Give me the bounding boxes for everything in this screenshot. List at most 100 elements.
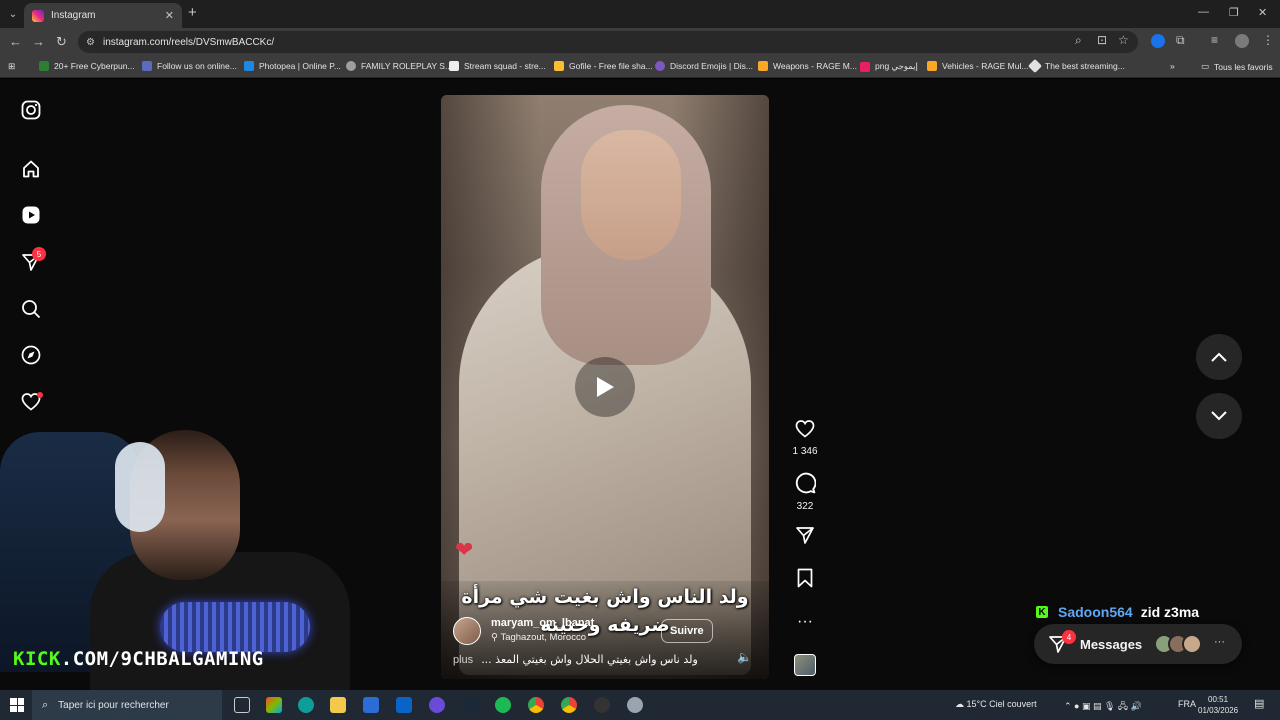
search-placeholder: Taper ici pour rechercher bbox=[58, 699, 169, 711]
language-indicator[interactable]: FRA bbox=[1178, 699, 1196, 709]
instagram-logo-icon[interactable] bbox=[20, 99, 42, 121]
bookmark-item[interactable]: png إيموجي bbox=[860, 61, 918, 72]
avatar[interactable] bbox=[453, 617, 481, 645]
reload-icon[interactable]: ↻ bbox=[56, 34, 67, 50]
explore-icon[interactable] bbox=[20, 344, 42, 366]
bookmark-item[interactable]: Stream squad - stre... bbox=[449, 61, 546, 71]
more-options-icon[interactable]: ··· bbox=[785, 613, 825, 631]
bookmark-favicon-icon bbox=[244, 61, 254, 71]
home-icon[interactable] bbox=[20, 158, 42, 180]
messages-button[interactable]: 4 Messages ··· bbox=[1034, 624, 1242, 664]
next-reel-button[interactable] bbox=[1196, 393, 1242, 439]
mute-toggle-icon[interactable]: 🔈 bbox=[737, 650, 752, 664]
tab-search-chevron-icon[interactable]: ⌄ bbox=[4, 5, 22, 23]
share-button[interactable] bbox=[785, 525, 825, 550]
bookmark-favicon-icon bbox=[758, 61, 768, 71]
clock[interactable]: 00:51 01/03/2026 bbox=[1198, 694, 1238, 716]
weather-widget[interactable]: ☁ 15°C Ciel couvert bbox=[955, 699, 1037, 710]
app-icon[interactable] bbox=[627, 697, 643, 713]
site-info-icon[interactable]: ⚙ bbox=[86, 37, 95, 48]
extension-shield-icon[interactable] bbox=[1151, 34, 1165, 48]
chrome-icon[interactable] bbox=[528, 697, 544, 713]
bookmark-star-icon[interactable]: ☆ bbox=[1118, 33, 1129, 47]
browser-menu-icon[interactable]: ⋮ bbox=[1262, 33, 1274, 47]
bookmark-item[interactable]: Photopea | Online P... bbox=[244, 61, 341, 71]
location-link[interactable]: ⚲ Taghazout, Morocco bbox=[491, 632, 586, 643]
bookmark-favicon-icon bbox=[927, 61, 937, 71]
app-icon[interactable] bbox=[429, 697, 445, 713]
tab-groups-icon[interactable]: ≡ bbox=[1211, 33, 1218, 47]
bookmark-item[interactable]: Vehicles - RAGE Mul... bbox=[927, 61, 1028, 71]
messages-more-icon[interactable]: ··· bbox=[1214, 636, 1225, 648]
steam-icon[interactable] bbox=[462, 697, 478, 713]
file-explorer-icon[interactable] bbox=[330, 697, 346, 713]
profile-avatar-icon[interactable] bbox=[1235, 34, 1249, 48]
tray-icons[interactable]: ⌃ ● ▣ ▤ 🎙 🖧 🔊 bbox=[1064, 699, 1142, 715]
like-button[interactable]: 1 346 bbox=[785, 419, 825, 457]
follow-button[interactable]: Suivre bbox=[661, 619, 713, 643]
tab-instagram[interactable]: Instagram ✕ bbox=[24, 3, 182, 28]
new-tab-icon[interactable]: + bbox=[188, 4, 197, 21]
bookmark-item[interactable]: Follow us on online... bbox=[142, 61, 237, 71]
headset bbox=[115, 442, 165, 532]
start-windows-icon[interactable] bbox=[10, 698, 24, 712]
bookmark-item[interactable]: Weapons - RAGE M... bbox=[758, 61, 857, 71]
url-text: instagram.com/reels/DVSmwBACCKc/ bbox=[102, 36, 275, 48]
window-close-icon[interactable]: ✕ bbox=[1258, 6, 1267, 19]
bookmark-favicon-icon bbox=[142, 61, 152, 71]
kick-prefix: KICK bbox=[13, 648, 61, 670]
chat-username: Sadoon564 bbox=[1058, 604, 1133, 620]
reel-video[interactable]: ❤ ولد الناس واش بغيت شي مرأة ضريفه وحنين… bbox=[441, 95, 769, 679]
extensions-icon[interactable]: ⧉ bbox=[1176, 33, 1185, 48]
copilot-icon[interactable] bbox=[266, 697, 282, 713]
bookmark-label: Stream squad - stre... bbox=[464, 61, 546, 71]
all-bookmarks-folder[interactable]: ▭ Tous les favoris bbox=[1201, 61, 1273, 72]
install-app-icon[interactable]: ⊡ bbox=[1097, 33, 1107, 47]
restore-icon[interactable]: ❐ bbox=[1229, 6, 1239, 19]
save-button[interactable] bbox=[785, 568, 825, 593]
apps-grid-icon[interactable]: ⊞ bbox=[8, 61, 15, 72]
more-link[interactable]: plus bbox=[453, 654, 473, 666]
zoom-icon[interactable]: ⌕ bbox=[1075, 33, 1082, 48]
chat-message: K Sadoon564 zid z3ma bbox=[1036, 604, 1199, 620]
tab-close-icon[interactable]: ✕ bbox=[165, 9, 174, 22]
previous-reel-button[interactable] bbox=[1196, 334, 1242, 380]
bookmark-item[interactable]: Discord Emojis | Dis... bbox=[655, 61, 753, 71]
obs-icon[interactable] bbox=[594, 697, 610, 713]
back-icon[interactable]: ← bbox=[9, 34, 22, 49]
edge-icon[interactable] bbox=[298, 697, 314, 713]
kick-badge-icon: K bbox=[1036, 606, 1048, 618]
weather-text: 15°C Ciel couvert bbox=[966, 699, 1037, 709]
address-input[interactable]: ⚙ instagram.com/reels/DVSmwBACCKc/ bbox=[78, 31, 1138, 53]
spotify-icon[interactable] bbox=[495, 697, 511, 713]
play-button[interactable] bbox=[575, 357, 635, 417]
bookmark-label: Vehicles - RAGE Mul... bbox=[942, 61, 1029, 71]
search-icon[interactable] bbox=[20, 298, 42, 320]
tab-title: Instagram bbox=[51, 10, 96, 21]
store-icon[interactable] bbox=[363, 697, 379, 713]
kick-channel-watermark: KICK.COM/9CHBALGAMING bbox=[13, 648, 264, 670]
bookmark-item[interactable]: Gofile - Free file sha... bbox=[554, 61, 653, 71]
username-link[interactable]: maryam_om_lbanat bbox=[491, 617, 594, 629]
bookmark-item[interactable]: The best streaming... bbox=[1027, 58, 1125, 74]
taskbar-search-input[interactable]: ⌕ Taper ici pour rechercher bbox=[32, 690, 222, 720]
reels-icon[interactable] bbox=[20, 204, 42, 226]
bookmarks-overflow-icon[interactable]: » bbox=[1170, 61, 1175, 71]
bookmark-favicon-icon bbox=[860, 61, 870, 72]
all-bookmarks-label: Tous les favoris bbox=[1214, 61, 1273, 72]
comment-button[interactable]: 322 bbox=[785, 472, 825, 512]
bookmark-item[interactable]: 20+ Free Cyberpun... bbox=[39, 61, 135, 71]
tab-strip: ⌄ Instagram ✕ + — ❐ ✕ bbox=[0, 0, 1280, 28]
chrome-icon[interactable] bbox=[561, 697, 577, 713]
forward-icon[interactable]: → bbox=[32, 34, 45, 49]
bookmark-item[interactable]: FAMILY ROLEPLAY S... bbox=[346, 61, 452, 71]
minimize-icon[interactable]: — bbox=[1198, 6, 1209, 18]
bookmark-favicon-icon bbox=[1027, 58, 1043, 74]
mail-icon[interactable] bbox=[396, 697, 412, 713]
like-count: 1 346 bbox=[792, 446, 818, 457]
notification-center-icon[interactable]: ▤ bbox=[1254, 697, 1264, 710]
audio-track-thumbnail[interactable] bbox=[794, 654, 816, 676]
reel-description[interactable]: plus ولد ناس واش بغيتي الحلال واش بغيتي … bbox=[453, 653, 713, 666]
task-view-icon[interactable] bbox=[234, 697, 250, 713]
instagram-favicon-icon bbox=[32, 9, 44, 22]
